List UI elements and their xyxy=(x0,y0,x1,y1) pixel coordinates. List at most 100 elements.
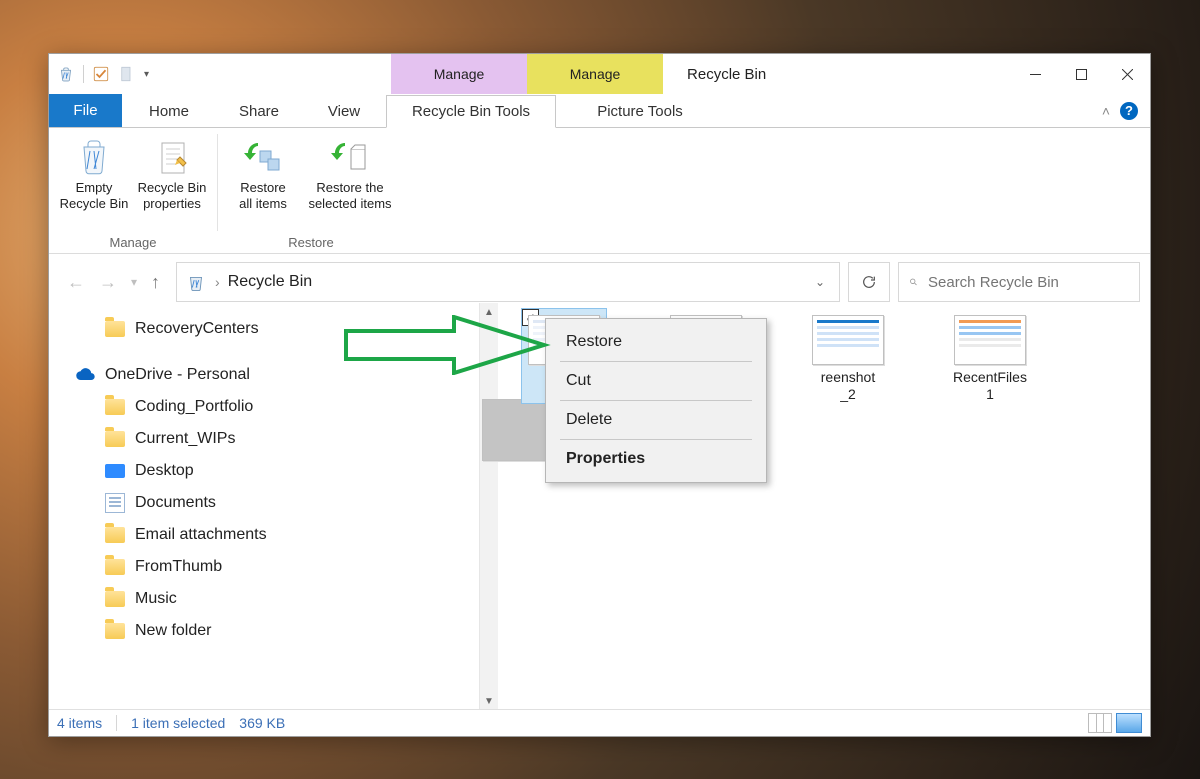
ribbon-collapse-icon[interactable]: ˄ xyxy=(1102,103,1110,119)
status-item-count: 4 items xyxy=(57,715,102,731)
search-input[interactable] xyxy=(926,273,1129,292)
nav-item-onedrive[interactable]: OneDrive - Personal xyxy=(75,359,479,391)
restore-selected-items-button[interactable]: Restore the selected items xyxy=(302,132,398,233)
folder-icon xyxy=(105,321,125,337)
context-menu-properties[interactable]: Properties xyxy=(546,442,766,476)
nav-item-child[interactable]: FromThumb xyxy=(75,551,479,583)
nav-item-label: Coding_Portfolio xyxy=(135,398,253,416)
status-bar: 4 items 1 item selected 369 KB xyxy=(49,709,1150,736)
breadcrumb-location[interactable]: Recycle Bin xyxy=(228,273,312,291)
nav-item-child[interactable]: Coding_Portfolio xyxy=(75,391,479,423)
nav-item-label: Desktop xyxy=(135,462,194,480)
nav-item-label: New folder xyxy=(135,622,211,640)
item-thumbnail xyxy=(954,315,1026,365)
folder-icon xyxy=(105,559,125,575)
context-menu-separator xyxy=(560,400,752,401)
empty-recycle-bin-label: Empty Recycle Bin xyxy=(60,180,129,213)
tab-home[interactable]: Home xyxy=(122,95,216,128)
context-tab-picture-header[interactable]: Manage xyxy=(527,54,663,94)
window-controls xyxy=(1012,54,1150,94)
qat-checkbox-icon[interactable] xyxy=(92,65,110,83)
status-size: 369 KB xyxy=(239,715,285,731)
forward-button[interactable]: → xyxy=(99,272,117,293)
file-item[interactable]: RecentFiles 1 xyxy=(948,309,1032,403)
status-separator xyxy=(116,715,117,731)
nav-item-child[interactable]: Current_WIPs xyxy=(75,423,479,455)
history-dropdown-icon[interactable]: ▾ xyxy=(131,275,137,289)
window-title: Recycle Bin xyxy=(663,54,1012,94)
recycle-bin-properties-label: Recycle Bin properties xyxy=(138,180,207,213)
nav-item-label: OneDrive - Personal xyxy=(105,366,250,384)
nav-item-child[interactable]: Desktop xyxy=(75,455,479,487)
tab-picture-tools[interactable]: Picture Tools xyxy=(556,95,724,128)
help-icon[interactable]: ? xyxy=(1120,102,1138,120)
restore-all-items-button[interactable]: Restore all items xyxy=(224,132,302,233)
document-icon xyxy=(105,493,125,513)
nav-item-child[interactable]: Documents xyxy=(75,487,479,519)
up-button[interactable]: ↑ xyxy=(151,272,160,293)
status-selection: 1 item selected xyxy=(131,715,225,731)
tab-recycle-bin-tools[interactable]: Recycle Bin Tools xyxy=(386,95,556,128)
context-menu-delete[interactable]: Delete xyxy=(546,403,766,437)
path-recycle-bin-icon xyxy=(185,271,207,293)
item-name: reenshot _2 xyxy=(821,369,875,403)
tab-share[interactable]: Share xyxy=(216,95,302,128)
context-tab-headers: Manage Manage xyxy=(391,54,663,94)
view-buttons xyxy=(1088,713,1142,733)
context-tab-recycle-header[interactable]: Manage xyxy=(391,54,527,94)
ribbon-group-restore: Restore all items Restore the selected i… xyxy=(218,128,404,253)
nav-item-label: RecoveryCenters xyxy=(135,320,259,338)
address-bar: ← → ▾ ↑ › Recycle Bin ⌄ xyxy=(59,262,1140,302)
recycle-bin-properties-button[interactable]: Recycle Bin properties xyxy=(133,132,211,233)
context-menu-separator xyxy=(560,361,752,362)
path-box[interactable]: › Recycle Bin ⌄ xyxy=(176,262,840,302)
nav-item-recovery[interactable]: RecoveryCenters xyxy=(75,313,479,345)
tab-view[interactable]: View xyxy=(302,95,386,128)
qat-item-icon[interactable] xyxy=(118,65,136,83)
recycle-bin-icon xyxy=(57,65,75,83)
item-name: RecentFiles 1 xyxy=(953,369,1027,403)
folder-icon xyxy=(105,431,125,447)
ribbon-group-manage-label: Manage xyxy=(110,233,157,253)
context-menu: Restore Cut Delete Properties xyxy=(545,318,767,483)
context-menu-restore[interactable]: Restore xyxy=(546,325,766,359)
ribbon-group-restore-label: Restore xyxy=(288,233,334,253)
nav-item-label: Email attachments xyxy=(135,526,267,544)
breadcrumb-separator-icon: › xyxy=(215,274,220,290)
folder-icon xyxy=(105,399,125,415)
restore-selected-items-label: Restore the selected items xyxy=(308,180,391,213)
navigation-pane: RecoveryCenters OneDrive - Personal Codi… xyxy=(49,303,479,710)
nav-item-child[interactable]: Music xyxy=(75,583,479,615)
item-thumbnail xyxy=(812,315,884,365)
nav-item-child[interactable]: Email attachments xyxy=(75,519,479,551)
path-dropdown-icon[interactable]: ⌄ xyxy=(809,275,831,289)
file-item[interactable]: reenshot _2 xyxy=(806,309,890,403)
context-menu-separator xyxy=(560,439,752,440)
folder-icon xyxy=(105,527,125,543)
nav-item-label: Documents xyxy=(135,494,216,512)
ribbon-group-manage: Empty Recycle Bin Recycle Bin properties… xyxy=(49,128,217,253)
search-box[interactable] xyxy=(898,262,1140,302)
nav-buttons: ← → ▾ ↑ xyxy=(59,262,168,302)
refresh-button[interactable] xyxy=(848,262,890,302)
ribbon: Empty Recycle Bin Recycle Bin properties… xyxy=(49,128,1150,254)
restore-all-items-label: Restore all items xyxy=(239,180,287,213)
nav-item-label: Current_WIPs xyxy=(135,430,235,448)
empty-recycle-bin-button[interactable]: Empty Recycle Bin xyxy=(55,132,133,233)
scroll-down-icon[interactable]: ▼ xyxy=(480,692,498,710)
tab-file[interactable]: File xyxy=(49,94,122,127)
onedrive-icon xyxy=(75,368,95,382)
minimize-button[interactable] xyxy=(1012,54,1058,94)
context-menu-cut[interactable]: Cut xyxy=(546,364,766,398)
qat-dropdown-icon[interactable]: ▾ xyxy=(144,69,149,80)
maximize-button[interactable] xyxy=(1058,54,1104,94)
folder-icon xyxy=(105,591,125,607)
nav-item-label: FromThumb xyxy=(135,558,222,576)
scroll-up-icon[interactable]: ▲ xyxy=(480,303,498,321)
close-button[interactable] xyxy=(1104,54,1150,94)
back-button[interactable]: ← xyxy=(67,272,85,293)
nav-scrollbar[interactable]: ▲ ▼ xyxy=(479,303,498,710)
thumbnails-view-button[interactable] xyxy=(1116,713,1142,733)
nav-item-child[interactable]: New folder xyxy=(75,615,479,647)
details-view-button[interactable] xyxy=(1088,713,1112,733)
